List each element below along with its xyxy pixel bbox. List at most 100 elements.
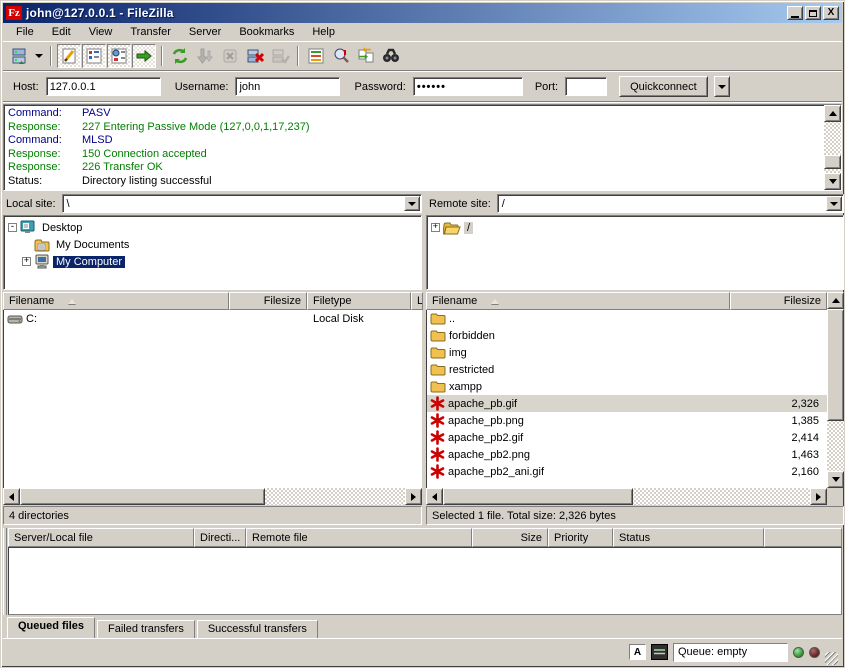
scroll-left-button[interactable] [3,488,20,505]
menu-edit[interactable]: Edit [43,24,80,40]
process-queue-button[interactable] [193,44,217,68]
maximize-button[interactable] [805,6,821,20]
remote-file-row[interactable]: apache_pb2.png 1,463 [427,446,827,463]
remote-file-row[interactable]: xampp [427,378,827,395]
column-header-filename[interactable]: Filename [426,292,730,310]
remote-site-combobox[interactable]: / [497,194,844,213]
tab-successful-transfers[interactable]: Successful transfers [197,620,318,639]
scroll-thumb[interactable] [827,309,844,421]
filter-button[interactable] [304,44,328,68]
tree-item-my-documents[interactable]: My Documents [22,236,419,253]
column-header-direction[interactable]: Directi... [194,528,246,547]
local-site-dropdown-button[interactable] [404,196,420,211]
password-input[interactable] [413,77,523,96]
remote-file-row[interactable]: apache_pb.png 1,385 [427,412,827,429]
collapse-expander[interactable]: - [8,223,17,232]
column-header-filesize[interactable]: Filesize [730,292,827,310]
message-log[interactable]: Command:PASV Response:227 Entering Passi… [3,104,842,191]
local-list-body[interactable]: C: Local Disk [3,310,422,488]
column-header-status[interactable]: Status [613,528,764,547]
local-horizontal-scrollbar[interactable] [3,488,422,505]
file-name: apache_pb.png [445,415,735,427]
remote-file-row-selected[interactable]: apache_pb.gif 2,326 [427,395,827,412]
disconnect-button[interactable] [243,44,267,68]
title-bar[interactable]: Fz john@127.0.0.1 - FileZilla X [3,3,842,23]
column-header-size[interactable]: Size [472,528,548,547]
remote-file-row[interactable]: forbidden [427,327,827,344]
tree-item-root[interactable]: + / [431,219,841,236]
column-header-filesize[interactable]: Filesize [229,292,307,310]
remote-file-row[interactable]: apache_pb2.gif 2,414 [427,429,827,446]
port-input[interactable] [565,77,607,96]
window-resize-grip[interactable] [825,652,838,665]
reconnect-button[interactable] [268,44,292,68]
remote-directory-tree[interactable]: + / [426,215,844,290]
scroll-up-button[interactable] [827,292,844,309]
remote-list-body[interactable]: .. forbidden img restricted [426,310,827,488]
toggle-local-tree-button[interactable] [82,44,106,68]
toggle-queue-button[interactable] [132,44,156,68]
close-button[interactable]: X [823,6,839,20]
local-file-row[interactable]: C: Local Disk [4,310,422,327]
scroll-thumb[interactable] [20,488,265,505]
remote-file-row[interactable]: apache_pb2_ani.gif 2,160 [427,463,827,480]
column-header-priority[interactable]: Priority [548,528,613,547]
remote-file-row[interactable]: img [427,344,827,361]
toggle-remote-tree-button[interactable] [107,44,131,68]
minimize-button[interactable] [787,6,803,20]
scroll-right-button[interactable] [810,488,827,505]
remote-horizontal-scrollbar[interactable] [426,488,827,505]
toggle-log-button[interactable] [57,44,81,68]
queue-resize-grip[interactable] [3,528,7,615]
remote-file-row[interactable]: .. [427,310,827,327]
menu-help[interactable]: Help [303,24,344,40]
scroll-down-button[interactable] [824,173,841,190]
remote-vertical-scrollbar[interactable] [827,292,844,488]
menu-view[interactable]: View [80,24,122,40]
local-directory-tree[interactable]: - Desktop My Documents + My Computer [3,215,422,290]
log-scrollbar[interactable] [824,105,841,190]
remote-file-row[interactable]: restricted [427,361,827,378]
scroll-right-button[interactable] [405,488,422,505]
cancel-button[interactable] [218,44,242,68]
tree-item-my-computer[interactable]: + My Computer [22,253,419,270]
scroll-up-button[interactable] [824,105,841,122]
quickconnect-dropdown-button[interactable] [714,76,730,97]
tab-queued-files[interactable]: Queued files [7,617,95,639]
menu-server[interactable]: Server [180,24,230,40]
scroll-thumb[interactable] [443,488,633,505]
refresh-button[interactable] [168,44,192,68]
expand-expander[interactable]: + [22,257,31,266]
local-site-combobox[interactable]: \ [62,194,422,213]
menu-file[interactable]: File [7,24,43,40]
site-manager-button[interactable] [7,44,31,68]
compare-button[interactable] [329,44,353,68]
username-label: Username: [175,81,229,93]
scroll-thumb[interactable] [824,155,841,169]
site-manager-dropdown-button[interactable] [32,44,45,68]
speed-limits-icon[interactable] [651,644,668,660]
column-header-remote-file[interactable]: Remote file [246,528,472,547]
username-input[interactable] [235,77,340,96]
menu-transfer[interactable]: Transfer [121,24,180,40]
ascii-data-type-icon[interactable]: A [629,644,646,660]
scroll-down-button[interactable] [827,471,844,488]
tree-item-desktop[interactable]: - Desktop [8,219,419,236]
image-file-icon [430,464,445,479]
find-icon [381,46,401,66]
find-button[interactable] [379,44,403,68]
column-header-filetype[interactable]: Filetype [307,292,411,310]
quickconnect-button[interactable]: Quickconnect [619,76,708,97]
queue-list-body[interactable] [8,547,842,615]
sync-browsing-button[interactable] [354,44,378,68]
column-header-filename[interactable]: Filename [3,292,229,310]
scroll-left-button[interactable] [426,488,443,505]
expand-expander[interactable]: + [431,223,440,232]
column-header-server-local-file[interactable]: Server/Local file [8,528,194,547]
column-header-last-modified[interactable]: L [411,292,423,310]
host-input[interactable] [46,77,161,96]
tab-failed-transfers[interactable]: Failed transfers [97,620,195,639]
remote-site-dropdown-button[interactable] [826,196,842,211]
menu-bookmarks[interactable]: Bookmarks [230,24,303,40]
filter-icon [306,46,326,66]
